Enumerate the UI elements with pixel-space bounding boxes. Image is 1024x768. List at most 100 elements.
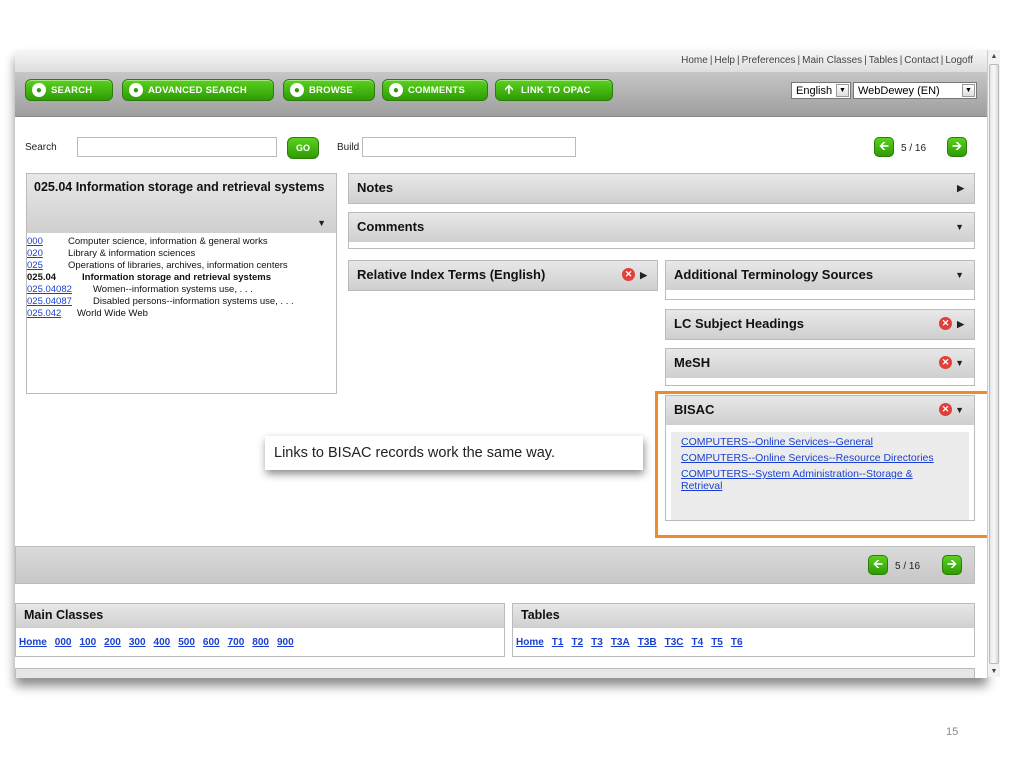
- chevron-down-icon[interactable]: ▼: [955, 222, 964, 232]
- search-icon: ●: [32, 83, 46, 97]
- chevron-right-icon[interactable]: ▶: [640, 270, 647, 281]
- main-class-link[interactable]: 100: [79, 637, 96, 648]
- main-classes-title: Main Classes: [16, 604, 504, 628]
- arrow-left-icon: 🡨: [873, 556, 883, 571]
- arrow-right-icon: 🡪: [952, 138, 962, 153]
- close-icon[interactable]: ✕: [622, 268, 635, 281]
- vertical-scrollbar[interactable]: ▲ ▼: [987, 50, 1000, 677]
- main-class-link[interactable]: 000: [55, 637, 72, 648]
- scroll-up-icon[interactable]: ▲: [988, 50, 1000, 62]
- edition-select[interactable]: WebDewey (EN) ▼: [853, 82, 977, 99]
- tree-row[interactable]: 025.042 World Wide Web: [27, 308, 349, 319]
- chevron-down-icon[interactable]: ▼: [955, 358, 964, 368]
- relative-index-panel: Relative Index Terms (English) ✕ ▶: [348, 260, 658, 291]
- main-classes-links: Home 000 100 200 300 400 500 600 700 800 900: [19, 637, 302, 648]
- additional-terminology-panel: Additional Terminology Sources ▼: [665, 260, 975, 300]
- nav-help[interactable]: Help: [714, 55, 735, 66]
- chevron-down-icon[interactable]: ▼: [317, 216, 326, 231]
- search-button[interactable]: ● SEARCH: [25, 79, 113, 101]
- table-link[interactable]: T4: [692, 637, 704, 648]
- bottom-pager-bar: [15, 546, 975, 584]
- search-input[interactable]: [77, 137, 277, 157]
- lcsh-header[interactable]: LC Subject Headings ✕ ▶: [666, 310, 974, 339]
- link-to-opac-button[interactable]: 🡩 LINK TO OPAC: [495, 79, 613, 101]
- relative-index-header[interactable]: Relative Index Terms (English) ✕ ▶: [349, 261, 657, 290]
- browse-icon: ●: [290, 83, 304, 97]
- mesh-header[interactable]: MeSH ✕ ▼: [666, 349, 974, 378]
- comments-panel: Comments ▼: [348, 212, 975, 249]
- notes-panel: Notes ▶: [348, 173, 975, 204]
- next-page-button-bottom[interactable]: 🡪: [942, 555, 962, 575]
- prev-page-button-bottom[interactable]: 🡨: [868, 555, 888, 575]
- lc-subject-headings-panel: LC Subject Headings ✕ ▶: [665, 309, 975, 340]
- bisac-highlight: [655, 391, 991, 538]
- tables-panel: Tables: [512, 603, 975, 657]
- chevron-down-icon: ▼: [836, 84, 849, 97]
- main-class-link[interactable]: 300: [129, 637, 146, 648]
- close-icon[interactable]: ✕: [939, 356, 952, 369]
- table-link[interactable]: T5: [711, 637, 723, 648]
- table-link[interactable]: Home: [516, 637, 544, 648]
- chevron-right-icon[interactable]: ▶: [957, 319, 964, 330]
- notes-header[interactable]: Notes ▶: [349, 174, 974, 203]
- nav-preferences[interactable]: Preferences: [742, 55, 796, 66]
- tables-links: Home T1 T2 T3 T3A T3B T3C T4 T5 T6: [516, 637, 751, 648]
- main-class-link[interactable]: 700: [228, 637, 245, 648]
- close-icon[interactable]: ✕: [939, 317, 952, 330]
- main-class-link[interactable]: 600: [203, 637, 220, 648]
- main-class-link[interactable]: 500: [178, 637, 195, 648]
- comments-header[interactable]: Comments ▼: [349, 213, 974, 242]
- table-link[interactable]: T3B: [638, 637, 657, 648]
- table-link[interactable]: T3: [591, 637, 603, 648]
- hierarchy-tree: 000 Computer science, information & gener…: [27, 236, 349, 320]
- main-class-link[interactable]: Home: [19, 637, 47, 648]
- build-input[interactable]: [362, 137, 576, 157]
- advanced-search-button[interactable]: ● ADVANCED SEARCH: [122, 79, 274, 101]
- main-class-link[interactable]: 400: [154, 637, 171, 648]
- search-label: Search: [25, 142, 57, 153]
- search-icon: ●: [129, 83, 143, 97]
- tree-row[interactable]: 025.04082 Women--information systems use,…: [27, 284, 349, 295]
- table-link[interactable]: T6: [731, 637, 743, 648]
- scroll-down-icon[interactable]: ▼: [988, 665, 1000, 677]
- browse-button[interactable]: ● BROWSE: [283, 79, 375, 101]
- language-select[interactable]: English ▼: [791, 82, 851, 99]
- nav-tables[interactable]: Tables: [869, 55, 898, 66]
- comment-icon: ●: [389, 83, 403, 97]
- main-class-link[interactable]: 800: [252, 637, 269, 648]
- nav-main-classes[interactable]: Main Classes: [802, 55, 862, 66]
- arrow-up-icon: 🡩: [504, 81, 514, 96]
- page-indicator: 5 / 16: [901, 143, 927, 154]
- go-button[interactable]: GO: [287, 137, 319, 159]
- nav-logoff[interactable]: Logoff: [945, 55, 973, 66]
- footer-strip: [15, 668, 975, 678]
- callout-box: Links to BISAC records work the same way…: [265, 436, 643, 470]
- comments-button[interactable]: ● COMMENTS: [382, 79, 488, 101]
- arrow-left-icon: 🡨: [879, 138, 889, 153]
- scroll-thumb[interactable]: [989, 64, 999, 664]
- main-classes-panel: Main Classes: [15, 603, 505, 657]
- nav-contact[interactable]: Contact: [904, 55, 938, 66]
- chevron-down-icon[interactable]: ▼: [955, 270, 964, 280]
- nav-home[interactable]: Home: [681, 55, 708, 66]
- arrow-right-icon: 🡪: [947, 556, 957, 571]
- table-link[interactable]: T1: [552, 637, 564, 648]
- slide-number: 15: [946, 726, 959, 738]
- table-link[interactable]: T3C: [665, 637, 684, 648]
- main-class-link[interactable]: 200: [104, 637, 121, 648]
- toolbar: ● SEARCH ● ADVANCED SEARCH ● BROWSE ● COMMEN…: [15, 72, 987, 117]
- tables-title: Tables: [513, 604, 974, 628]
- chevron-right-icon[interactable]: ▶: [957, 183, 964, 194]
- tree-row[interactable]: 000 Computer science, information & gener…: [27, 236, 349, 247]
- tree-row[interactable]: 020 Library & information sciences: [27, 248, 349, 259]
- top-navigation: Home | Help | Preferences | Main Classes | Table…: [681, 55, 973, 66]
- additional-terminology-header[interactable]: Additional Terminology Sources ▼: [666, 261, 974, 290]
- table-link[interactable]: T2: [571, 637, 583, 648]
- prev-page-button[interactable]: 🡨: [874, 137, 894, 157]
- tree-row[interactable]: 025.04087 Disabled persons--information s…: [27, 296, 349, 307]
- table-link[interactable]: T3A: [611, 637, 630, 648]
- main-class-link[interactable]: 900: [277, 637, 294, 648]
- mesh-panel: MeSH ✕ ▼: [665, 348, 975, 386]
- tree-row[interactable]: 025 Operations of libraries, archives, in…: [27, 260, 349, 271]
- next-page-button[interactable]: 🡪: [947, 137, 967, 157]
